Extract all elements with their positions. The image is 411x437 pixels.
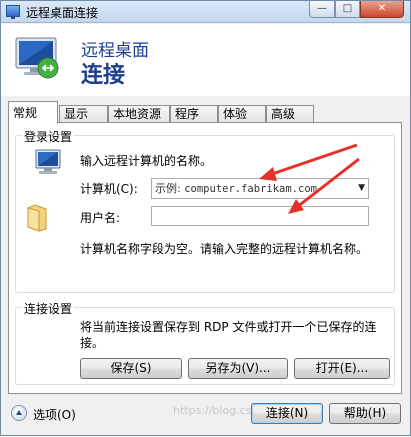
general-tab-panel: 登录设置 输入远程计算机的名称。 计算机(C): 示例: computer.fa…	[8, 122, 402, 394]
computer-name-status-message: 计算机名称字段为空。请输入完整的远程计算机名称。	[80, 242, 369, 256]
maximize-button[interactable]: □	[335, 1, 360, 18]
connection-settings-group: 连接设置 将当前连接设置保存到 RDP 文件或打开一个已保存的连 接。 保存(S…	[15, 300, 395, 385]
open-button[interactable]: 打开(E)...	[294, 358, 390, 379]
options-label[interactable]: 选项(O)	[33, 406, 76, 423]
header-banner: 远程桌面 连接	[1, 24, 410, 96]
tab-display[interactable]: 显示	[59, 105, 108, 123]
computer-label: 计算机(C):	[80, 182, 138, 196]
login-settings-group: 登录设置 输入远程计算机的名称。 计算机(C): 示例: computer.fa…	[15, 128, 395, 293]
tab-advanced[interactable]: 高级	[266, 105, 314, 123]
expand-options-icon[interactable]	[11, 405, 27, 421]
tab-experience[interactable]: 体验	[218, 105, 266, 123]
connection-settings-legend: 连接设置	[22, 300, 75, 317]
remote-desktop-window: 远程桌面连接 — □ ✕ 远程桌面 连接 常规 显示 本地资源 程序 体验 高级…	[0, 0, 411, 436]
username-input[interactable]	[151, 206, 369, 226]
computer-name-instruction: 输入远程计算机的名称。	[80, 154, 213, 168]
save-button[interactable]: 保存(S)	[80, 358, 182, 379]
help-button[interactable]: 帮助(H)	[329, 403, 401, 424]
computer-icon	[35, 149, 61, 174]
computer-placeholder-example: computer.fabrikam.com	[184, 183, 317, 195]
title-bar[interactable]: 远程桌面连接 — □ ✕	[1, 1, 410, 23]
tab-programs[interactable]: 程序	[170, 105, 218, 123]
login-settings-legend: 登录设置	[22, 128, 75, 145]
computer-name-combobox[interactable]: 示例: computer.fabrikam.com ▼	[151, 178, 369, 199]
remote-desktop-app-icon	[6, 5, 20, 19]
window-title: 远程桌面连接	[26, 6, 99, 20]
connection-settings-description-line2: 接。	[80, 336, 105, 350]
tab-general[interactable]: 常规	[8, 101, 58, 124]
close-button[interactable]: ✕	[360, 1, 404, 18]
monitor-icon	[15, 37, 59, 79]
computer-placeholder-prefix: 示例:	[155, 182, 181, 195]
username-label: 用户名:	[80, 211, 121, 225]
connection-settings-description-line1: 将当前连接设置保存到 RDP 文件或打开一个已保存的连	[80, 320, 377, 334]
header-title-line2: 连接	[81, 63, 126, 88]
save-as-button[interactable]: 另存为(V)...	[188, 358, 288, 379]
minimize-button[interactable]: —	[309, 1, 335, 18]
connect-button[interactable]: 连接(N)	[251, 403, 323, 424]
dropdown-arrow-icon[interactable]: ▼	[358, 179, 365, 198]
tab-local-resources[interactable]: 本地资源	[108, 105, 170, 123]
folder-icon	[27, 204, 47, 232]
